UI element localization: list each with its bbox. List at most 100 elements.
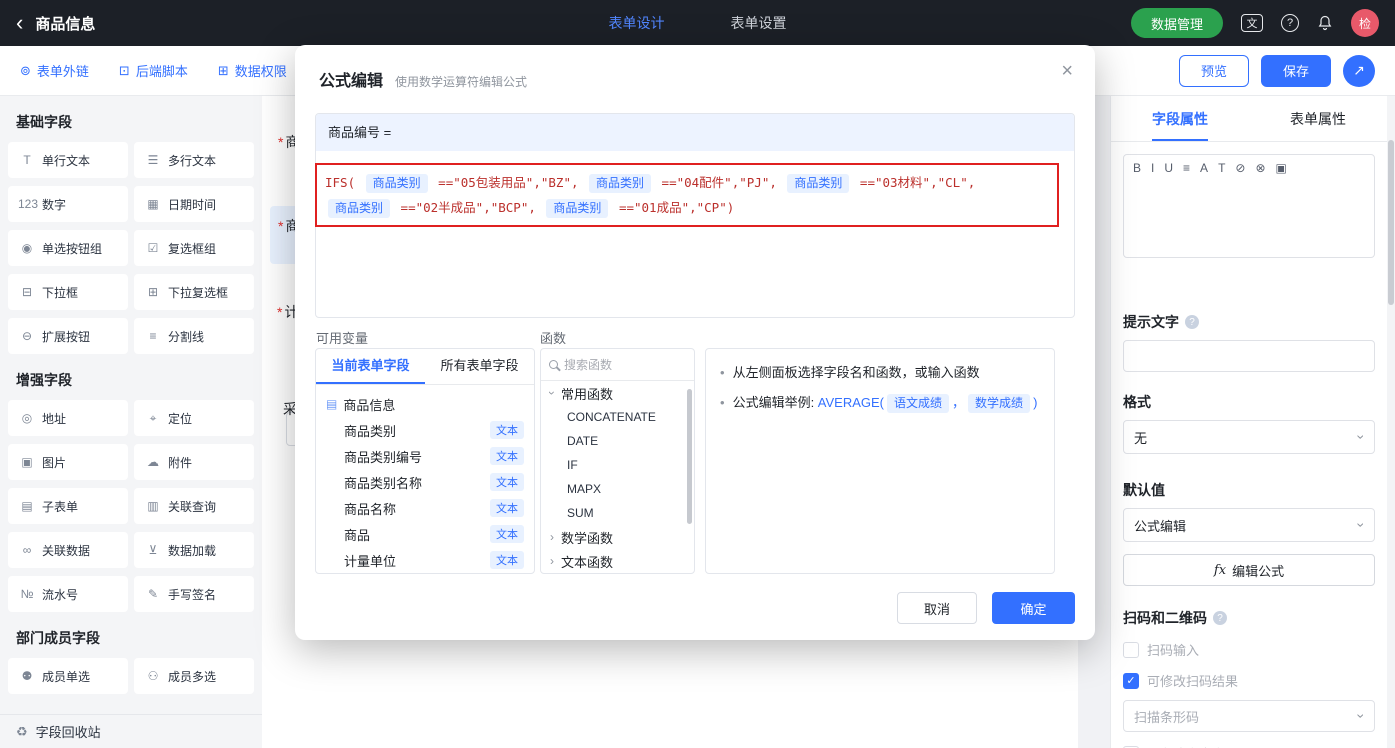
format-select[interactable]: 无 › — [1123, 420, 1375, 454]
variable-type-badge: 文本 — [490, 499, 524, 517]
field-token[interactable]: 商品类别 — [366, 174, 428, 193]
italic-icon[interactable]: I — [1151, 162, 1154, 174]
toolbar-item-form-external-link[interactable]: ⊚表单外链 — [20, 61, 89, 80]
share-button[interactable]: ↗ — [1343, 55, 1375, 87]
field-token[interactable]: 商品类别 — [589, 174, 651, 193]
sidebar-field-divider[interactable]: ≡分割线 — [134, 318, 254, 354]
field-token[interactable]: 商品类别 — [546, 199, 608, 218]
sidebar-field-attachment[interactable]: ☁附件 — [134, 444, 254, 480]
close-icon[interactable]: × — [1061, 61, 1073, 81]
sidebar-field-datetime[interactable]: ▦日期时间 — [134, 186, 254, 222]
hint-text-input[interactable] — [1123, 340, 1375, 372]
variable-name: 商品类别名称 — [344, 473, 490, 492]
bold-icon[interactable]: B — [1133, 162, 1141, 174]
cancel-button[interactable]: 取消 — [897, 592, 977, 624]
back-icon[interactable]: ‹ — [16, 12, 23, 34]
function-item[interactable]: DATE — [541, 429, 694, 453]
function-item[interactable]: IF — [541, 453, 694, 477]
variable-item[interactable]: 商品文本 — [316, 521, 534, 547]
field-title-editor[interactable]: BIU ≡ AT ⊘ ⊗ ▣ — [1123, 154, 1375, 258]
tab-form-design[interactable]: 表单设计 — [609, 13, 665, 33]
sidebar-field-multi-dropdown[interactable]: ⊞下拉复选框 — [134, 274, 254, 310]
sidebar-field-member-single[interactable]: ⚉成员单选 — [8, 658, 128, 694]
code-token: =="05包装用品","BZ", — [431, 175, 586, 190]
function-search-input[interactable] — [564, 358, 664, 372]
font-color-icon[interactable]: A — [1200, 162, 1208, 174]
sidebar-field-single-line-text[interactable]: T单行文本 — [8, 142, 128, 178]
function-group[interactable]: ›数学函数 — [541, 525, 694, 549]
scan-mode-select[interactable]: 扫描条形码 › — [1123, 700, 1375, 732]
unlink-icon[interactable]: ⊗ — [1255, 162, 1265, 174]
sidebar-field-member-multi[interactable]: ⚇成员多选 — [134, 658, 254, 694]
functions-scrollbar-thumb[interactable] — [687, 389, 692, 524]
default-value-select[interactable]: 公式编辑 › — [1123, 508, 1375, 542]
language-icon[interactable]: 文 — [1241, 14, 1263, 32]
formula-expression[interactable]: IFS( 商品类别 =="05包装用品","BZ", 商品类别 =="04配件"… — [315, 163, 1059, 227]
sidebar-field-geolocation[interactable]: ⌖定位 — [134, 400, 254, 436]
checkbox-box — [1123, 642, 1139, 658]
tab-form-settings[interactable]: 表单设置 — [731, 13, 787, 33]
sidebar-field-number[interactable]: 123数字 — [8, 186, 128, 222]
scan-help-icon[interactable]: ? — [1213, 611, 1227, 625]
variable-item[interactable]: 商品类别名称文本 — [316, 469, 534, 495]
function-item[interactable]: SUM — [541, 501, 694, 525]
ok-button[interactable]: 确定 — [992, 592, 1075, 624]
sidebar-field-multi-line-text[interactable]: ☰多行文本 — [134, 142, 254, 178]
function-search[interactable] — [541, 349, 694, 381]
sidebar-field-related-data[interactable]: ∞关联数据 — [8, 532, 128, 568]
page-scrollbar-thumb[interactable] — [1388, 140, 1394, 305]
help-icon[interactable]: ? — [1281, 14, 1299, 32]
checkbox-label: 回车清空内容 — [1147, 744, 1225, 748]
data-manage-button[interactable]: 数据管理 — [1131, 8, 1223, 38]
checkbox-modify-scan-result[interactable]: ✓可修改扫码结果 — [1123, 671, 1375, 690]
related-data-icon: ∞ — [18, 543, 36, 557]
function-item[interactable]: MAPX — [541, 477, 694, 501]
sidebar-field-related-query[interactable]: ▥关联查询 — [134, 488, 254, 524]
field-recycle-bin[interactable]: ♻ 字段回收站 — [0, 714, 262, 748]
field-token[interactable]: 商品类别 — [787, 174, 849, 193]
tab-form-properties[interactable]: 表单属性 — [1249, 96, 1387, 141]
function-group[interactable]: ›常用函数 — [541, 381, 694, 405]
font-size-icon[interactable]: T — [1218, 162, 1225, 174]
chevron-down-icon: › — [1354, 523, 1370, 528]
sidebar-field-extend-button[interactable]: ⊖扩展按钮 — [8, 318, 128, 354]
variable-item[interactable]: 商品类别文本 — [316, 417, 534, 443]
field-token[interactable]: 商品类别 — [328, 199, 390, 218]
sidebar-field-address[interactable]: ◎地址 — [8, 400, 128, 436]
toolbar-item-backend-script[interactable]: ⊡后端脚本 — [119, 61, 188, 80]
variables-form-row[interactable]: ▤商品信息 — [316, 391, 534, 417]
sidebar-field-data-load[interactable]: ⊻数据加载 — [134, 532, 254, 568]
sidebar-field-checkbox-group[interactable]: ☑复选框组 — [134, 230, 254, 266]
checkbox-scan-input[interactable]: 扫码输入 — [1123, 640, 1375, 659]
hint-help-icon[interactable]: ? — [1185, 315, 1199, 329]
sidebar-field-signature[interactable]: ✎手写签名 — [134, 576, 254, 612]
image-icon[interactable]: ▣ — [1276, 162, 1287, 174]
sidebar-field-dropdown[interactable]: ⊟下拉框 — [8, 274, 128, 310]
chevron-down-icon: › — [1354, 714, 1370, 719]
sidebar-field-label: 单选按钮组 — [42, 240, 102, 257]
page-scrollbar[interactable] — [1387, 96, 1395, 748]
preview-button[interactable]: 预览 — [1179, 55, 1249, 87]
sidebar-field-radio-group[interactable]: ◉单选按钮组 — [8, 230, 128, 266]
tab-field-properties[interactable]: 字段属性 — [1111, 96, 1249, 141]
link-icon[interactable]: ⊘ — [1235, 162, 1245, 174]
avatar[interactable]: 检 — [1351, 9, 1379, 37]
tab-current-form-fields[interactable]: 当前表单字段 — [316, 349, 425, 384]
tab-all-form-fields[interactable]: 所有表单字段 — [425, 349, 534, 384]
toolbar-item-data-permission[interactable]: ⊞数据权限 — [218, 61, 287, 80]
underline-icon[interactable]: U — [1164, 162, 1173, 174]
sidebar-field-serial-number[interactable]: №流水号 — [8, 576, 128, 612]
variable-item[interactable]: 商品类别编号文本 — [316, 443, 534, 469]
sidebar-field-subform[interactable]: ▤子表单 — [8, 488, 128, 524]
save-button[interactable]: 保存 — [1261, 55, 1331, 87]
member-multi-icon: ⚇ — [144, 669, 162, 683]
sidebar-field-image[interactable]: ▣图片 — [8, 444, 128, 480]
edit-formula-button[interactable]: fx 编辑公式 — [1123, 554, 1375, 586]
function-item[interactable]: CONCATENATE — [541, 405, 694, 429]
align-icon[interactable]: ≡ — [1183, 162, 1190, 174]
checkbox-enter-clear[interactable]: 回车清空内容 — [1123, 744, 1375, 748]
variable-item[interactable]: 商品名称文本 — [316, 495, 534, 521]
notification-bell-icon[interactable] — [1317, 15, 1333, 31]
function-group[interactable]: ›文本函数 — [541, 549, 694, 573]
variable-item[interactable]: 计量单位文本 — [316, 547, 534, 573]
